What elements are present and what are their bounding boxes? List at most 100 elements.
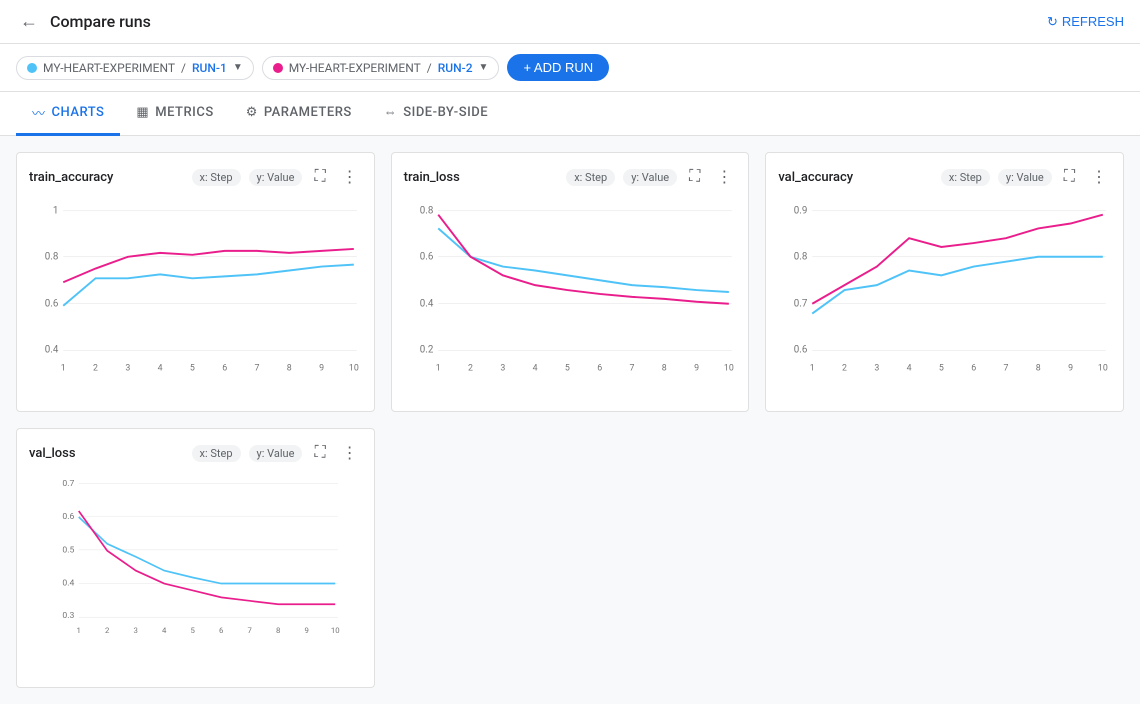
svg-text:6: 6 [597,363,602,373]
chart-val-loss-x-label: x: Step [192,445,241,462]
chart-val-accuracy-y-label: y: Value [998,169,1052,186]
charts-tab-icon: 〰 [32,103,46,122]
svg-text:1: 1 [435,363,440,373]
svg-text:8: 8 [661,363,666,373]
svg-text:0.6: 0.6 [45,299,59,310]
svg-text:3: 3 [500,363,505,373]
tab-side-by-side[interactable]: ⇔ SIDE-BY-SIDE [368,92,504,136]
svg-text:0.8: 0.8 [794,252,808,263]
chart-val-accuracy-menu[interactable]: ⋮ [1087,165,1111,189]
chart-train-loss: train_loss x: Step y: Value ⛶ ⋮ 0.8 0.6 … [391,152,750,412]
svg-text:0.8: 0.8 [419,206,433,217]
svg-text:0.6: 0.6 [419,252,433,263]
svg-text:8: 8 [1036,363,1041,373]
svg-text:3: 3 [875,363,880,373]
svg-text:2: 2 [468,363,473,373]
run-bar: MY-HEART-EXPERIMENT / RUN-1 ▼ MY-HEART-E… [0,44,1140,92]
run2-chevron-icon: ▼ [479,62,489,73]
svg-text:1: 1 [61,363,66,373]
svg-text:5: 5 [190,363,195,373]
run1-name: RUN-1 [192,61,227,75]
chart-train-loss-header: train_loss x: Step y: Value ⛶ ⋮ [404,165,737,189]
svg-text:0.2: 0.2 [419,345,433,356]
chart-val-loss-header: val_loss x: Step y: Value ⛶ ⋮ [29,441,362,465]
side-by-side-tab-label: SIDE-BY-SIDE [403,105,488,120]
svg-text:4: 4 [162,626,167,635]
side-by-side-tab-icon: ⇔ [384,104,398,120]
chart-train-loss-title: train_loss [404,170,559,185]
svg-text:7: 7 [248,626,253,635]
chart-val-loss-menu[interactable]: ⋮ [338,441,362,465]
svg-text:6: 6 [222,363,227,373]
svg-text:0.6: 0.6 [794,345,808,356]
header: ← Compare runs ↻ REFRESH [0,0,1140,44]
parameters-tab-icon: ⚙ [246,105,258,120]
chart-val-loss-area: 0.7 0.6 0.5 0.4 0.3 1 2 3 4 5 6 7 [29,473,362,663]
chart-train-loss-menu[interactable]: ⋮ [712,165,736,189]
run1-chevron-icon: ▼ [233,62,243,73]
header-left: ← Compare runs [16,7,151,36]
refresh-button[interactable]: ↻ REFRESH [1047,14,1124,30]
run2-chip[interactable]: MY-HEART-EXPERIMENT / RUN-2 ▼ [262,56,500,80]
svg-text:10: 10 [349,363,359,373]
svg-text:0.4: 0.4 [45,345,59,356]
svg-text:8: 8 [276,626,280,635]
tab-parameters[interactable]: ⚙ PARAMETERS [230,92,368,136]
chart-val-accuracy: val_accuracy x: Step y: Value ⛶ ⋮ 0.9 0.… [765,152,1124,412]
svg-text:0.7: 0.7 [62,479,74,489]
svg-text:10: 10 [724,363,734,373]
chart-val-accuracy-x-label: x: Step [941,169,990,186]
svg-text:6: 6 [219,626,223,635]
metrics-tab-label: METRICS [155,105,213,120]
run1-chip[interactable]: MY-HEART-EXPERIMENT / RUN-1 ▼ [16,56,254,80]
svg-text:5: 5 [191,626,196,635]
run2-experiment: MY-HEART-EXPERIMENT [289,61,421,75]
chart-val-accuracy-svg: 0.9 0.8 0.7 0.6 1 2 3 4 5 6 7 8 9 [778,197,1111,387]
svg-text:2: 2 [93,363,98,373]
add-run-button[interactable]: + ADD RUN [507,54,609,81]
chart-val-loss-title: val_loss [29,446,184,461]
chart-train-accuracy-x-label: x: Step [192,169,241,186]
chart-val-loss-expand[interactable]: ⛶ [310,442,329,464]
svg-text:9: 9 [319,363,324,373]
svg-text:7: 7 [629,363,634,373]
chart-train-accuracy-area: 1 0.8 0.6 0.4 1 2 3 4 5 6 7 [29,197,362,387]
svg-text:4: 4 [158,363,163,373]
svg-text:4: 4 [907,363,912,373]
chart-train-loss-expand[interactable]: ⛶ [685,166,704,188]
svg-text:7: 7 [254,363,259,373]
chart-train-accuracy-y-label: y: Value [249,169,303,186]
svg-text:0.4: 0.4 [62,578,74,588]
svg-text:0.7: 0.7 [794,299,808,310]
svg-text:10: 10 [1098,363,1108,373]
chart-val-accuracy-expand[interactable]: ⛶ [1060,166,1079,188]
svg-text:0.3: 0.3 [62,611,74,621]
tabs-bar: 〰 CHARTS ▦ METRICS ⚙ PARAMETERS ⇔ SIDE-B… [0,92,1140,136]
chart-val-accuracy-header: val_accuracy x: Step y: Value ⛶ ⋮ [778,165,1111,189]
svg-text:8: 8 [287,363,292,373]
chart-train-accuracy-title: train_accuracy [29,170,184,185]
run2-name: RUN-2 [438,61,473,75]
chart-train-accuracy: train_accuracy x: Step y: Value ⛶ ⋮ 1 0.… [16,152,375,412]
tab-charts[interactable]: 〰 CHARTS [16,92,120,136]
parameters-tab-label: PARAMETERS [264,105,352,120]
svg-text:9: 9 [305,626,309,635]
chart-train-loss-y-label: y: Value [623,169,677,186]
run2-separator: / [427,61,432,75]
back-button[interactable]: ← [16,7,42,36]
chart-placeholder-2 [391,428,750,688]
chart-train-accuracy-expand[interactable]: ⛶ [310,166,329,188]
svg-text:6: 6 [972,363,977,373]
chart-val-accuracy-area: 0.9 0.8 0.7 0.6 1 2 3 4 5 6 7 8 9 [778,197,1111,387]
refresh-icon: ↻ [1047,14,1058,30]
chart-train-accuracy-header: train_accuracy x: Step y: Value ⛶ ⋮ [29,165,362,189]
chart-train-accuracy-menu[interactable]: ⋮ [338,165,362,189]
svg-text:1: 1 [53,206,59,217]
svg-text:2: 2 [842,363,847,373]
svg-text:3: 3 [134,626,138,635]
tab-metrics[interactable]: ▦ METRICS [120,92,229,136]
svg-text:5: 5 [939,363,944,373]
run1-experiment: MY-HEART-EXPERIMENT [43,61,175,75]
svg-text:1: 1 [810,363,815,373]
chart-train-loss-svg: 0.8 0.6 0.4 0.2 1 2 3 4 5 6 7 8 9 [404,197,737,387]
